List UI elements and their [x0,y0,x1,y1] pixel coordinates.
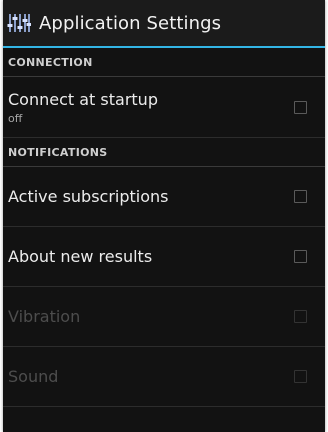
pref-connect-at-startup[interactable]: Connect at startup off [3,77,325,138]
pref-title: Active subscriptions [8,187,169,206]
page-title: Application Settings [39,12,222,34]
category-notifications: NOTIFICATIONS [3,138,325,167]
checkbox-active-subscriptions[interactable] [294,190,307,203]
category-connection: CONNECTION [3,48,325,77]
pref-about-new-results[interactable]: About new results [3,227,325,287]
pref-vibration: Vibration [3,287,325,347]
settings-screen: Application Settings CONNECTION Connect … [3,0,325,432]
pref-title: Vibration [8,307,81,326]
pref-title: Sound [8,367,59,386]
pref-summary: off [8,111,23,125]
checkbox-sound [294,370,307,383]
equalizer-sliders-icon [7,14,31,32]
checkbox-connect-at-startup[interactable] [294,100,307,114]
checkbox-vibration [294,310,307,323]
pref-title: Connect at startup [8,89,158,109]
action-bar: Application Settings [3,0,325,48]
checkbox-about-new-results[interactable] [294,250,307,263]
pref-title: About new results [8,247,153,266]
pref-sound: Sound [3,347,325,407]
pref-active-subscriptions[interactable]: Active subscriptions [3,167,325,227]
